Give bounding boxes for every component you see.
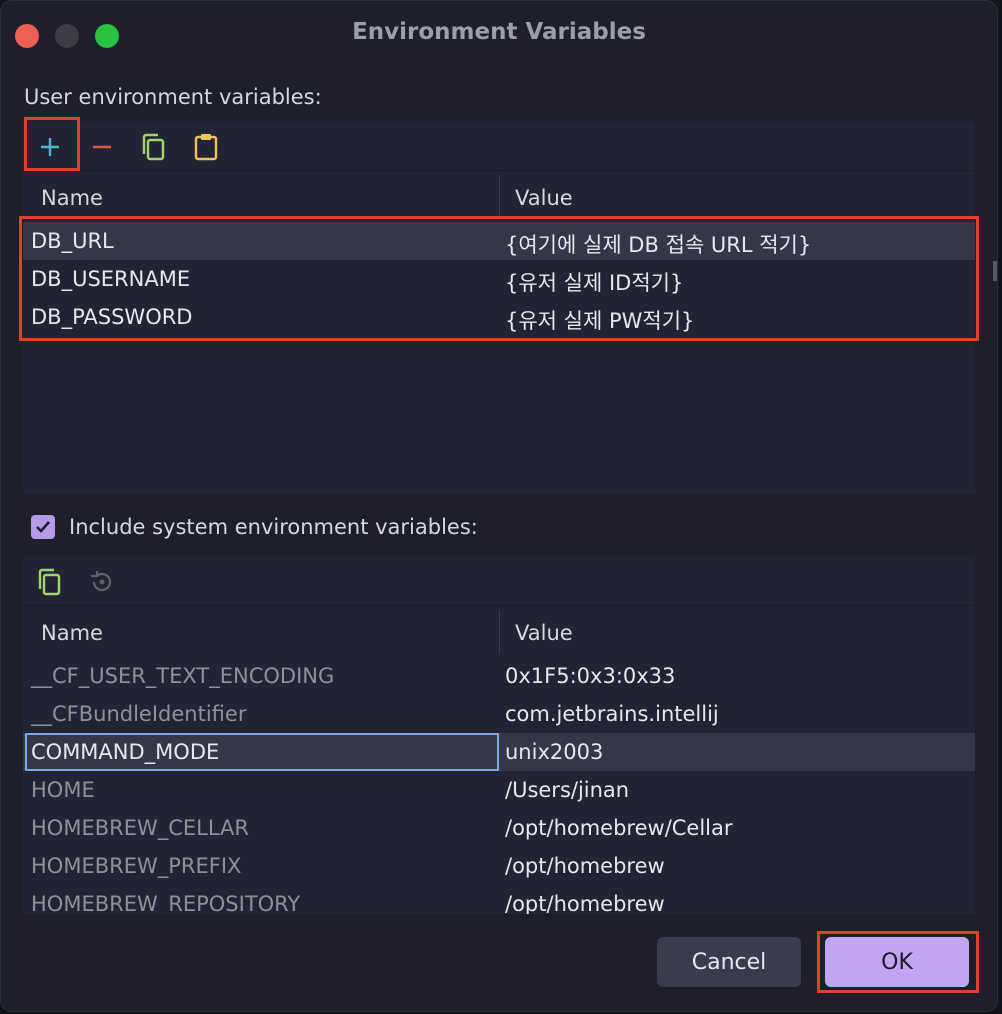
system-env-toolbar (23, 556, 975, 606)
user-env-row[interactable]: DB_USERNAME {유저 실제 ID적기} (23, 260, 975, 298)
paste-icon[interactable] (186, 127, 226, 167)
copy-icon[interactable] (134, 127, 174, 167)
var-name: HOME (31, 778, 95, 802)
var-name: DB_USERNAME (31, 267, 191, 291)
system-env-row[interactable]: HOMEBREW_CELLAR /opt/homebrew/Cellar (23, 809, 975, 847)
user-env-column-header: Name Value (23, 175, 975, 219)
var-value: /Users/jinan (505, 778, 630, 802)
system-env-panel: Name Value __CF_USER_TEXT_ENCODING 0x1F5… (23, 556, 975, 914)
ok-button[interactable]: OK (825, 937, 969, 987)
var-name: __CFBundleIdentifier (31, 702, 247, 726)
column-divider[interactable] (499, 610, 500, 654)
var-name: HOMEBREW_CELLAR (31, 816, 250, 840)
name-column-header[interactable]: Name (41, 621, 103, 645)
user-env-label: User environment variables: (24, 85, 322, 109)
var-value: {유저 실제 PW적기} (505, 309, 695, 333)
var-value: /opt/homebrew/Cellar (505, 816, 733, 840)
user-env-row[interactable]: DB_PASSWORD {유저 실제 PW적기} (23, 298, 975, 336)
system-env-column-header: Name Value (23, 610, 975, 654)
window-title: Environment Variables (352, 19, 646, 45)
user-env-toolbar (23, 121, 975, 171)
var-name: DB_PASSWORD (31, 305, 193, 329)
system-env-row[interactable]: COMMAND_MODE unix2003 (23, 733, 975, 771)
value-column-header[interactable]: Value (515, 621, 573, 645)
environment-variables-dialog: Environment Variables User environment v… (0, 0, 998, 1012)
reset-icon[interactable] (82, 562, 122, 602)
include-system-env-label[interactable]: Include system environment variables: (69, 515, 478, 539)
cancel-button[interactable]: Cancel (657, 937, 801, 987)
var-value: /opt/homebrew (505, 854, 665, 878)
title-bar: Environment Variables (1, 1, 997, 67)
remove-icon[interactable] (82, 127, 122, 167)
var-value: 0x1F5:0x3:0x33 (505, 664, 676, 688)
var-value: {여기에 실제 DB 접속 URL 적기} (505, 233, 812, 257)
user-env-panel: Name Value DB_URL {여기에 실제 DB 접속 URL 적기} … (23, 121, 975, 494)
var-name: DB_URL (31, 229, 114, 253)
system-env-row[interactable]: HOME /Users/jinan (23, 771, 975, 809)
var-value: unix2003 (505, 740, 604, 764)
var-name: __CF_USER_TEXT_ENCODING (31, 664, 335, 688)
checkmark-icon (36, 521, 50, 533)
value-column-header[interactable]: Value (515, 186, 573, 210)
copy-icon[interactable] (30, 562, 70, 602)
var-name: COMMAND_MODE (31, 740, 220, 764)
system-env-row[interactable]: __CFBundleIdentifier com.jetbrains.intel… (23, 695, 975, 733)
var-name: HOMEBREW_REPOSITORY (31, 892, 301, 914)
name-column-header[interactable]: Name (41, 186, 103, 210)
var-name: HOMEBREW_PREFIX (31, 854, 242, 878)
include-system-env-checkbox[interactable] (31, 515, 55, 539)
column-divider[interactable] (499, 175, 500, 219)
system-env-row[interactable]: HOMEBREW_PREFIX /opt/homebrew (23, 847, 975, 885)
var-value: {유저 실제 ID적기} (505, 271, 684, 295)
var-value: com.jetbrains.intellij (505, 702, 719, 726)
var-value: /opt/homebrew (505, 892, 665, 914)
scrollbar[interactable] (993, 261, 997, 281)
system-env-row[interactable]: __CF_USER_TEXT_ENCODING 0x1F5:0x3:0x33 (23, 657, 975, 695)
add-icon[interactable] (30, 127, 70, 167)
user-env-row[interactable]: DB_URL {여기에 실제 DB 접속 URL 적기} (23, 222, 975, 260)
system-env-row[interactable]: HOMEBREW_REPOSITORY /opt/homebrew (23, 885, 975, 914)
